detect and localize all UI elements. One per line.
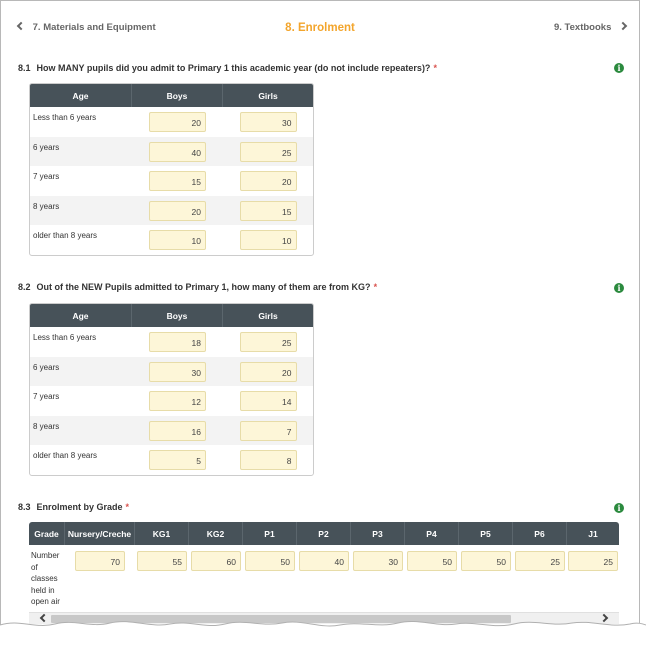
header-p6: P6: [513, 522, 567, 545]
row-label: older than 8 years: [33, 451, 98, 460]
table-row: Less than 6 years 18 25: [30, 327, 313, 357]
header-p4: P4: [405, 522, 459, 545]
table-row: 7 years 12 14: [30, 386, 313, 416]
question-8-2: 8.2 Out of the NEW Pupils admitted to Pri…: [18, 282, 377, 292]
girls-input[interactable]: 25: [239, 141, 297, 162]
boys-input[interactable]: 20: [149, 200, 206, 221]
header-girls: Girls: [258, 90, 278, 101]
info-icon[interactable]: i: [614, 503, 624, 513]
girls-input[interactable]: 15: [239, 200, 297, 221]
table-row: 8 years 16 7: [30, 415, 313, 445]
next-section-link[interactable]: 9. Textbooks: [553, 21, 628, 33]
p1-input[interactable]: 50: [245, 551, 295, 571]
survey-page: 7. Materials and Equipment 8. Enrolment …: [0, 0, 640, 640]
row-label: Less than 6 years: [33, 113, 97, 122]
p5-input[interactable]: 50: [461, 551, 511, 571]
table-header: Grade Nursery/Creche KG1 KG2 P1 P2 P3 P4…: [29, 522, 619, 545]
next-section-label: 9. Textbooks: [553, 22, 612, 33]
p3-input[interactable]: 30: [353, 551, 403, 571]
p2-input[interactable]: 40: [299, 551, 349, 571]
header-boys: Boys: [132, 84, 223, 107]
question-number: 8.3: [18, 502, 31, 512]
header-age: Age: [30, 304, 132, 327]
girls-input[interactable]: 14: [239, 391, 297, 411]
question-8-1: 8.1 How MANY pupils did you admit to Prim…: [18, 63, 437, 73]
table-row: older than 8 years 5 8: [30, 445, 313, 475]
p4-input[interactable]: 50: [407, 551, 457, 571]
section-nav: 7. Materials and Equipment 8. Enrolment …: [1, 19, 639, 39]
header-p3: P3: [351, 522, 405, 545]
grade-enrolment-table: Grade Nursery/Creche KG1 KG2 P1 P2 P3 P4…: [29, 522, 619, 624]
header-p5: P5: [459, 522, 513, 545]
row-label: 8 years: [33, 201, 60, 211]
header-p2: P2: [297, 522, 351, 545]
question-text: Enrolment by Grade: [36, 502, 123, 512]
nursery-input[interactable]: 70: [75, 551, 125, 571]
boys-input[interactable]: 30: [149, 361, 206, 382]
girls-input[interactable]: 25: [239, 332, 297, 352]
header-grade: Grade: [29, 522, 65, 545]
kg1-input[interactable]: 55: [137, 551, 187, 571]
row-label: 7 years: [33, 172, 60, 181]
section-title: 8. Enrolment: [285, 22, 355, 34]
table-row: older than 8 years 10 10: [30, 225, 313, 255]
boys-input[interactable]: 12: [149, 391, 206, 411]
table-header: Age Boys Girls: [30, 84, 313, 107]
boys-input[interactable]: 16: [149, 420, 206, 441]
question-number: 8.2: [18, 282, 31, 292]
table-header: Age Boys Girls: [30, 304, 313, 327]
j1-input[interactable]: 25: [568, 551, 618, 571]
row-label: Number of classes held in open air: [31, 551, 60, 606]
boys-input[interactable]: 20: [149, 112, 206, 132]
girls-input[interactable]: 20: [239, 361, 297, 382]
header-kg2: KG2: [189, 522, 243, 545]
table-row: Less than 6 years 20 30: [30, 107, 313, 137]
table-row: 8 years 20 15: [30, 195, 313, 225]
girls-input[interactable]: 8: [239, 450, 297, 470]
table-row: 6 years 40 25: [30, 136, 313, 166]
boys-input[interactable]: 5: [149, 450, 206, 470]
boys-input[interactable]: 18: [149, 332, 206, 352]
row-label: 6 years: [33, 362, 60, 372]
row-label: Less than 6 years: [33, 333, 97, 342]
header-girls: Girls: [258, 310, 278, 321]
header-boys: Boys: [132, 304, 223, 327]
required-marker: *: [433, 63, 437, 73]
question-8-3: 8.3 Enrolment by Grade *: [18, 502, 129, 512]
kg-admissions-table: Age Boys Girls Less than 6 years 18 25 6…: [29, 303, 314, 476]
kg2-input[interactable]: 60: [191, 551, 241, 571]
girls-input[interactable]: 30: [239, 112, 297, 132]
info-icon[interactable]: i: [614, 283, 624, 293]
girls-input[interactable]: 10: [239, 230, 297, 250]
p6-input[interactable]: 25: [515, 551, 565, 571]
question-text: Out of the NEW Pupils admitted to Primar…: [36, 282, 371, 292]
row-label: 7 years: [33, 392, 60, 401]
required-marker: *: [125, 502, 130, 512]
table-row: 7 years 15 20: [30, 166, 313, 196]
question-number: 8.1: [18, 63, 31, 73]
header-kg1: KG1: [135, 522, 189, 545]
chevron-right-icon: [618, 21, 628, 31]
boys-input[interactable]: 10: [149, 230, 206, 250]
header-p1: P1: [243, 522, 297, 545]
table-row: Number of classes held in open air 70 55…: [29, 545, 619, 611]
info-icon[interactable]: i: [614, 63, 624, 73]
row-label: 6 years: [33, 142, 60, 152]
header-nursery: Nursery/Creche: [65, 522, 135, 545]
question-text: How MANY pupils did you admit to Primary…: [36, 63, 431, 73]
admissions-table: Age Boys Girls Less than 6 years 20 30 6…: [29, 83, 314, 256]
header-j1: J1: [588, 528, 598, 539]
girls-input[interactable]: 20: [239, 171, 297, 191]
header-age: Age: [30, 84, 132, 107]
row-label: older than 8 years: [33, 231, 98, 240]
boys-input[interactable]: 40: [149, 141, 206, 162]
table-row: 6 years 30 20: [30, 356, 313, 386]
torn-edge: [0, 620, 646, 645]
boys-input[interactable]: 15: [149, 171, 206, 191]
girls-input[interactable]: 7: [239, 420, 297, 441]
required-marker: *: [373, 282, 378, 292]
row-label: 8 years: [33, 421, 60, 431]
